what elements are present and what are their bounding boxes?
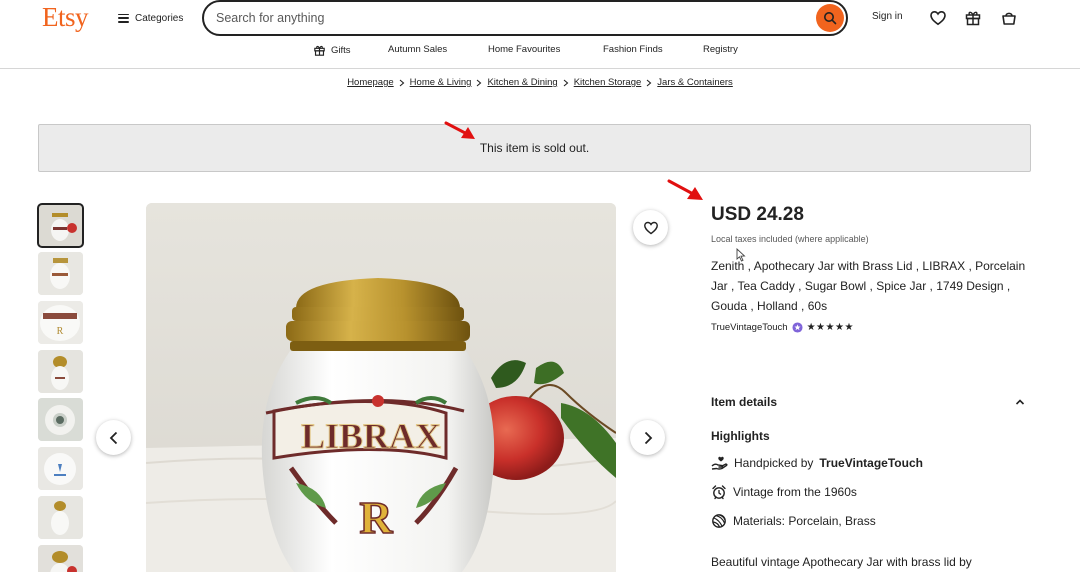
sign-in-link[interactable]: Sign in	[872, 11, 903, 22]
breadcrumb-jars-containers[interactable]: Jars & Containers	[657, 77, 733, 88]
highlight-handpicked: Handpicked by TrueVintageTouch	[711, 455, 923, 471]
product-title: Zenith , Apothecary Jar with Brass Lid ,…	[711, 259, 1026, 313]
chevron-right-icon	[646, 79, 652, 87]
nav-item-gifts[interactable]: Gifts	[313, 44, 351, 57]
vintage-text: Vintage from the 1960s	[733, 485, 857, 499]
shop-name-link[interactable]: TrueVintageTouch	[711, 322, 788, 333]
nav-item-label: Gifts	[331, 45, 351, 56]
product-image[interactable]: LIBRAX R	[146, 203, 616, 572]
header-divider	[0, 68, 1080, 69]
thumbnail-6[interactable]	[38, 447, 83, 490]
gift-icon	[314, 45, 325, 56]
thumbnail-5[interactable]	[38, 398, 83, 441]
breadcrumb-home-living[interactable]: Home & Living	[410, 77, 472, 88]
star-seller-badge-icon	[792, 322, 803, 333]
thumbnail-2[interactable]	[38, 252, 83, 295]
yarn-ball-icon	[712, 514, 726, 528]
breadcrumb-kitchen-dining[interactable]: Kitchen & Dining	[487, 77, 557, 88]
categories-label: Categories	[135, 12, 184, 24]
alarm-clock-icon	[712, 485, 726, 500]
nav-item-fashion-finds[interactable]: Fashion Finds	[603, 44, 663, 55]
previous-image-button[interactable]	[96, 420, 131, 455]
etsy-logo[interactable]: Etsy	[42, 2, 89, 33]
highlight-materials: Materials: Porcelain, Brass	[711, 513, 876, 529]
nav-item-label: Autumn Sales	[388, 44, 448, 55]
categories-button[interactable]: Categories	[118, 8, 183, 28]
sold-out-text: This item is sold out.	[479, 141, 590, 155]
breadcrumb-homepage[interactable]: Homepage	[347, 77, 393, 88]
thumbnail-3[interactable]: R	[38, 301, 83, 344]
handpicked-prefix: Handpicked by	[734, 456, 814, 470]
red-arrow-annotation-icon	[444, 121, 475, 139]
cart-icon[interactable]	[1000, 9, 1018, 27]
thumbnail-4[interactable]	[38, 350, 83, 393]
materials-text: Materials: Porcelain, Brass	[733, 514, 876, 528]
search-input[interactable]	[216, 9, 806, 27]
heart-icon	[643, 221, 658, 234]
nav-item-autumn-sales[interactable]: Autumn Sales	[388, 44, 447, 55]
nav-item-label: Registry	[703, 44, 738, 55]
next-image-button[interactable]	[630, 420, 665, 455]
shop-rating-row: TrueVintageTouch ★★★★★	[711, 322, 854, 333]
breadcrumb-kitchen-storage[interactable]: Kitchen Storage	[574, 77, 642, 88]
search-icon	[824, 12, 837, 25]
nav-item-home-favourites[interactable]: Home Favourites	[488, 44, 560, 55]
handpicked-shop-link[interactable]: TrueVintageTouch	[819, 456, 923, 470]
rating-stars: ★★★★★	[806, 322, 854, 333]
jar-label-text: LIBRAX	[301, 416, 441, 456]
chevron-up-icon	[1015, 399, 1025, 405]
favorites-heart-icon[interactable]	[929, 9, 947, 27]
chevron-right-icon	[399, 79, 405, 87]
thumbnail-1[interactable]	[37, 203, 84, 248]
search-button[interactable]	[816, 4, 844, 32]
search-bar	[202, 0, 848, 36]
nav-item-label: Fashion Finds	[603, 44, 663, 55]
nav-item-registry[interactable]: Registry	[703, 44, 738, 55]
chevron-left-icon	[109, 431, 117, 444]
chevron-right-icon	[563, 79, 569, 87]
favorite-button[interactable]	[633, 210, 668, 245]
highlight-vintage: Vintage from the 1960s	[711, 484, 857, 500]
highlights-heading: Highlights	[711, 429, 770, 443]
breadcrumb: Homepage Home & Living Kitchen & Dining …	[0, 77, 1080, 88]
item-details-label: Item details	[711, 395, 778, 409]
hand-heart-icon	[711, 456, 728, 470]
product-price: USD 24.28	[711, 204, 804, 225]
taxes-note: Local taxes included (where applicable)	[711, 234, 869, 244]
thumbnail-7[interactable]	[38, 496, 83, 539]
thumbnail-8[interactable]	[38, 545, 83, 572]
gift-icon[interactable]	[964, 9, 982, 27]
product-description: Beautiful vintage Apothecary Jar with br…	[711, 555, 972, 569]
chevron-right-icon	[644, 431, 652, 444]
jar-letter-text: R	[359, 492, 393, 543]
chevron-right-icon	[476, 79, 482, 87]
header: Etsy Categories Sign in	[0, 0, 1080, 36]
red-arrow-annotation-icon	[667, 179, 703, 200]
sold-out-banner: This item is sold out.	[38, 124, 1031, 172]
hamburger-icon	[118, 13, 129, 23]
item-details-toggle[interactable]: Item details	[711, 395, 1029, 411]
nav-item-label: Home Favourites	[488, 44, 561, 55]
category-nav: Gifts Autumn Sales Home Favourites Fashi…	[0, 40, 1080, 64]
svg-text:R: R	[57, 326, 64, 337]
